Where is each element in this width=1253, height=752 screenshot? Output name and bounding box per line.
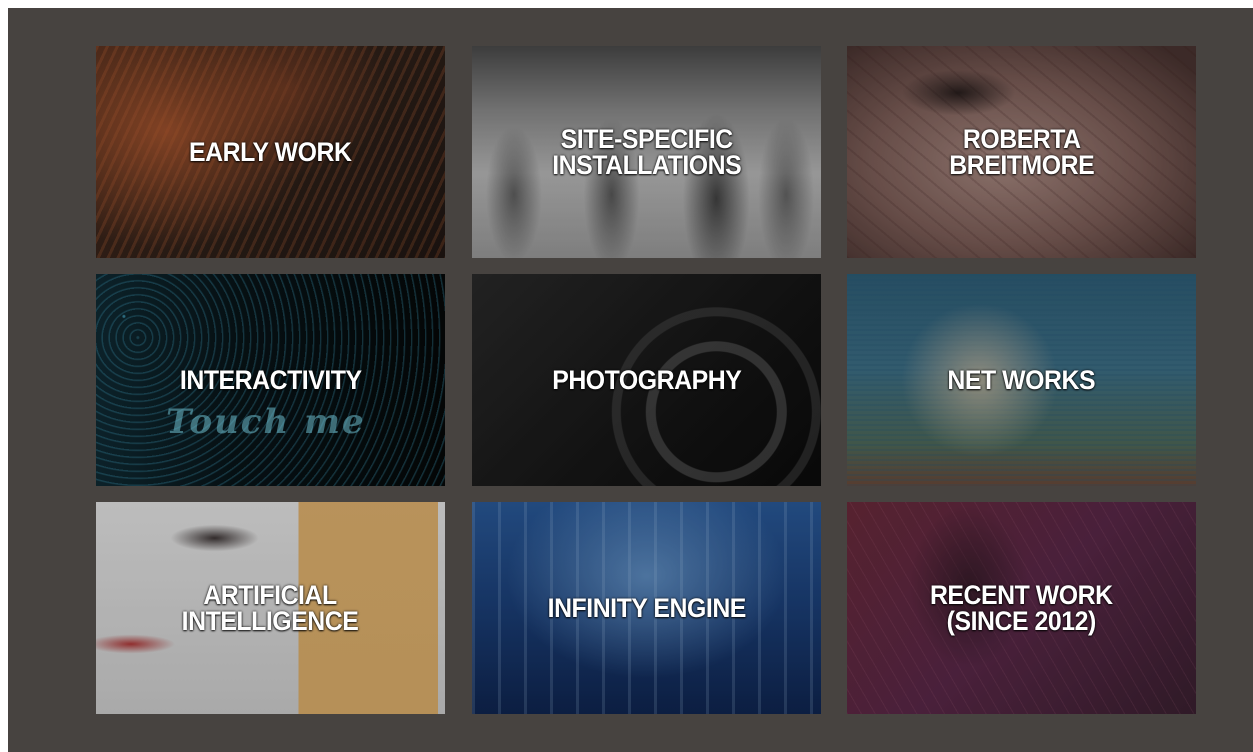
gallery-frame: EARLY WORK SITE-SPECIFIC INSTALLATIONS R… [8, 8, 1253, 752]
tile-label: NET WORKS [947, 365, 1096, 395]
tile-infinity-engine[interactable]: INFINITY ENGINE [472, 502, 821, 714]
tile-label: SITE-SPECIFIC INSTALLATIONS [551, 124, 742, 180]
tile-artificial-intelligence[interactable]: ARTIFICIAL INTELLIGENCE [96, 502, 445, 714]
tile-image-caption: Touch me [166, 402, 366, 442]
tile-recent-work[interactable]: RECENT WORK (SINCE 2012) [847, 502, 1196, 714]
tile-label: ARTIFICIAL INTELLIGENCE [182, 580, 359, 636]
tile-label: INTERACTIVITY [179, 365, 362, 395]
tile-label: PHOTOGRAPHY [551, 365, 742, 395]
tile-photography[interactable]: PHOTOGRAPHY [472, 274, 821, 486]
tile-label: RECENT WORK (SINCE 2012) [930, 580, 1113, 636]
tile-label: EARLY WORK [189, 137, 352, 167]
tile-net-works[interactable]: NET WORKS [847, 274, 1196, 486]
tile-early-work[interactable]: EARLY WORK [96, 46, 445, 258]
tile-site-specific-installations[interactable]: SITE-SPECIFIC INSTALLATIONS [472, 46, 821, 258]
tile-interactivity[interactable]: Touch me INTERACTIVITY [96, 274, 445, 486]
tile-label: ROBERTA BREITMORE [949, 124, 1094, 180]
tile-roberta-breitmore[interactable]: ROBERTA BREITMORE [847, 46, 1196, 258]
tile-label: INFINITY ENGINE [547, 593, 746, 623]
project-category-grid: EARLY WORK SITE-SPECIFIC INSTALLATIONS R… [96, 46, 1196, 714]
